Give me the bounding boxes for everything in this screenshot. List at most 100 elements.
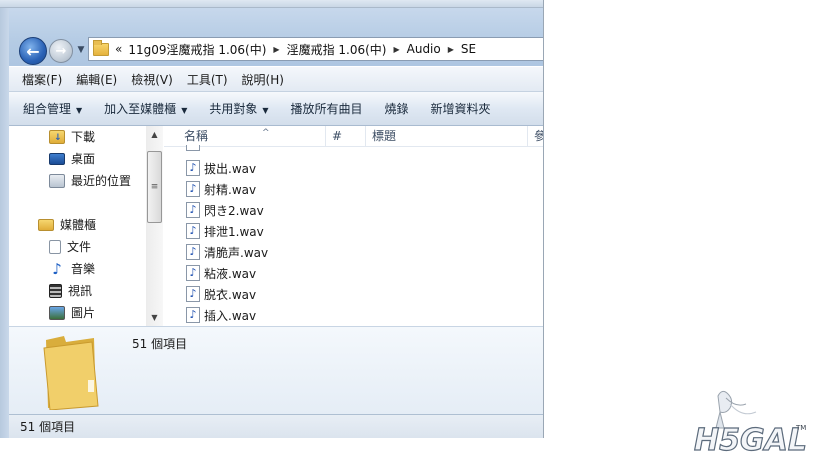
- menu-tools[interactable]: 工具(T): [187, 71, 228, 88]
- explorer-window: ← → ▼ « 11g09淫魔戒指 1.06(中) ▶ 淫魔戒指 1.06(中)…: [0, 0, 544, 438]
- column-name[interactable]: 名稱 ^: [178, 126, 326, 147]
- column-track-number[interactable]: #: [326, 126, 366, 147]
- nav-item-label: 音樂: [71, 262, 96, 276]
- menu-view[interactable]: 檢視(V): [131, 71, 173, 88]
- file-row[interactable]: ♪ 拔出.wav: [186, 158, 256, 178]
- breadcrumb-item[interactable]: 11g09淫魔戒指 1.06(中): [128, 41, 266, 58]
- audio-file-icon: ♪: [186, 286, 200, 302]
- file-row[interactable]: ♪ 清脆声.wav: [186, 242, 268, 262]
- burn-button[interactable]: 燒錄: [385, 100, 409, 117]
- audio-file-icon: ♪: [186, 160, 200, 176]
- file-name: 拔出.wav: [204, 161, 257, 176]
- trademark-mark: TM: [795, 424, 806, 432]
- window-frame-left: [0, 8, 9, 438]
- chevron-down-icon: ▼: [77, 45, 85, 55]
- command-bar: 組合管理 ▼ 加入至媒體櫃 ▼ 共用對象 ▼ 播放所有曲目 燒錄 新增資料夾: [9, 92, 543, 126]
- column-title[interactable]: 標題: [366, 126, 528, 147]
- audio-file-icon: ♪: [186, 265, 200, 281]
- chevron-down-icon: ▼: [76, 106, 83, 115]
- share-with-label: 共用對象: [209, 102, 258, 116]
- audio-file-icon: ♪: [186, 223, 200, 239]
- file-name: 排泄1.wav: [204, 224, 264, 239]
- include-in-library-button[interactable]: 加入至媒體櫃 ▼: [104, 100, 187, 117]
- nav-item-label: 視訊: [68, 284, 93, 298]
- navigation-pane: ↓ 下載 桌面 最近的位置 媒體櫃 文件 ♪ 音樂 視訊 圖片: [9, 126, 163, 326]
- column-name-label: 名稱: [184, 129, 209, 143]
- pictures-icon: [49, 305, 65, 320]
- file-name: 插入.wav: [204, 308, 257, 323]
- recent-places-icon: [49, 173, 65, 188]
- scroll-up-icon[interactable]: ▲: [146, 126, 163, 143]
- logo-text: H5GAL: [694, 423, 807, 456]
- desktop-icon: [49, 152, 65, 165]
- nav-item-desktop[interactable]: 桌面: [49, 150, 95, 167]
- audio-file-icon: [186, 145, 200, 151]
- file-list: 名稱 ^ # 標題 參 ♪ 拔出.wav ♪ 射精.wav ♪ 閃き2.wav ♪ 排泄1…: [164, 126, 543, 326]
- file-name: 清脆声.wav: [204, 245, 269, 260]
- breadcrumb-separator-icon[interactable]: ▶: [393, 45, 399, 54]
- breadcrumb-separator-icon[interactable]: ▶: [273, 45, 279, 54]
- recent-pages-dropdown[interactable]: ▼: [75, 45, 87, 57]
- nav-item-label: 下載: [71, 130, 96, 144]
- breadcrumb-item[interactable]: SE: [461, 42, 476, 56]
- file-row[interactable]: ♪ 射精.wav: [186, 179, 256, 199]
- nav-item-label: 媒體櫃: [60, 218, 97, 232]
- scrollbar-thumb[interactable]: ≡: [147, 151, 162, 223]
- file-row[interactable]: ♪ 排泄1.wav: [186, 221, 264, 241]
- nav-item-label: 文件: [67, 240, 92, 254]
- window-top-strip: [0, 0, 543, 8]
- nav-item-label: 桌面: [71, 152, 96, 166]
- downloads-folder-icon: ↓: [49, 129, 65, 144]
- file-name: 粘液.wav: [204, 266, 257, 281]
- status-bar: 51 個項目: [9, 414, 543, 438]
- file-name: 射精.wav: [204, 182, 257, 197]
- nav-item-documents[interactable]: 文件: [49, 238, 91, 255]
- forward-button[interactable]: →: [49, 39, 73, 63]
- audio-file-icon: ♪: [186, 244, 200, 260]
- menu-help[interactable]: 說明(H): [242, 71, 284, 88]
- nav-item-recent-places[interactable]: 最近的位置: [49, 172, 131, 189]
- back-arrow-icon: ←: [26, 41, 40, 61]
- details-item-count: 51 個項目: [132, 337, 188, 351]
- folder-icon: [43, 336, 99, 410]
- file-row[interactable]: ♪ 閃き2.wav: [186, 200, 264, 220]
- documents-icon: [49, 239, 61, 254]
- nav-item-video[interactable]: 視訊: [49, 282, 92, 299]
- breadcrumb-item[interactable]: Audio: [407, 42, 441, 56]
- file-row[interactable]: ♪ 插入.wav: [186, 305, 256, 325]
- column-contributing-artists[interactable]: 參: [528, 126, 543, 147]
- new-folder-button[interactable]: 新增資料夾: [431, 100, 491, 117]
- column-header-row: 名稱 ^ # 標題 參: [164, 126, 543, 147]
- play-all-button[interactable]: 播放所有曲目: [291, 100, 363, 117]
- file-name: 脱衣.wav: [204, 287, 257, 302]
- partially-hidden-row: [186, 145, 296, 151]
- menu-edit[interactable]: 編輯(E): [76, 71, 117, 88]
- scroll-down-icon[interactable]: ▼: [146, 309, 163, 326]
- file-row[interactable]: ♪ 脱衣.wav: [186, 284, 256, 304]
- file-name: 閃き2.wav: [204, 203, 264, 218]
- sort-ascending-icon: ^: [262, 128, 270, 138]
- address-bar[interactable]: « 11g09淫魔戒指 1.06(中) ▶ 淫魔戒指 1.06(中) ▶ Aud…: [88, 37, 543, 61]
- video-icon: [49, 283, 62, 298]
- nav-pane-scrollbar[interactable]: ▲ ≡ ▼: [146, 126, 163, 326]
- include-in-library-label: 加入至媒體櫃: [104, 102, 177, 116]
- nav-item-music[interactable]: ♪ 音樂: [49, 260, 95, 277]
- breadcrumb-item[interactable]: 淫魔戒指 1.06(中): [287, 41, 387, 58]
- organize-button[interactable]: 組合管理 ▼: [23, 100, 82, 117]
- back-button[interactable]: ←: [19, 37, 47, 65]
- breadcrumb-separator-icon[interactable]: ▶: [448, 45, 454, 54]
- nav-item-libraries[interactable]: 媒體櫃: [38, 216, 96, 233]
- folder-icon: [93, 39, 109, 56]
- chevron-down-icon: ▼: [262, 106, 269, 115]
- share-with-button[interactable]: 共用對象 ▼: [209, 100, 268, 117]
- nav-item-pictures[interactable]: 圖片: [49, 304, 95, 321]
- file-row[interactable]: ♪ 粘液.wav: [186, 263, 256, 283]
- address-overflow-chevron[interactable]: «: [115, 42, 122, 56]
- music-icon: ♪: [52, 259, 62, 278]
- menu-file[interactable]: 檔案(F): [22, 71, 62, 88]
- status-item-count: 51 個項目: [20, 420, 76, 434]
- nav-item-label: 最近的位置: [71, 174, 132, 188]
- details-pane: 51 個項目: [9, 326, 543, 414]
- nav-item-downloads[interactable]: ↓ 下載: [49, 128, 95, 145]
- chevron-down-icon: ▼: [181, 106, 188, 115]
